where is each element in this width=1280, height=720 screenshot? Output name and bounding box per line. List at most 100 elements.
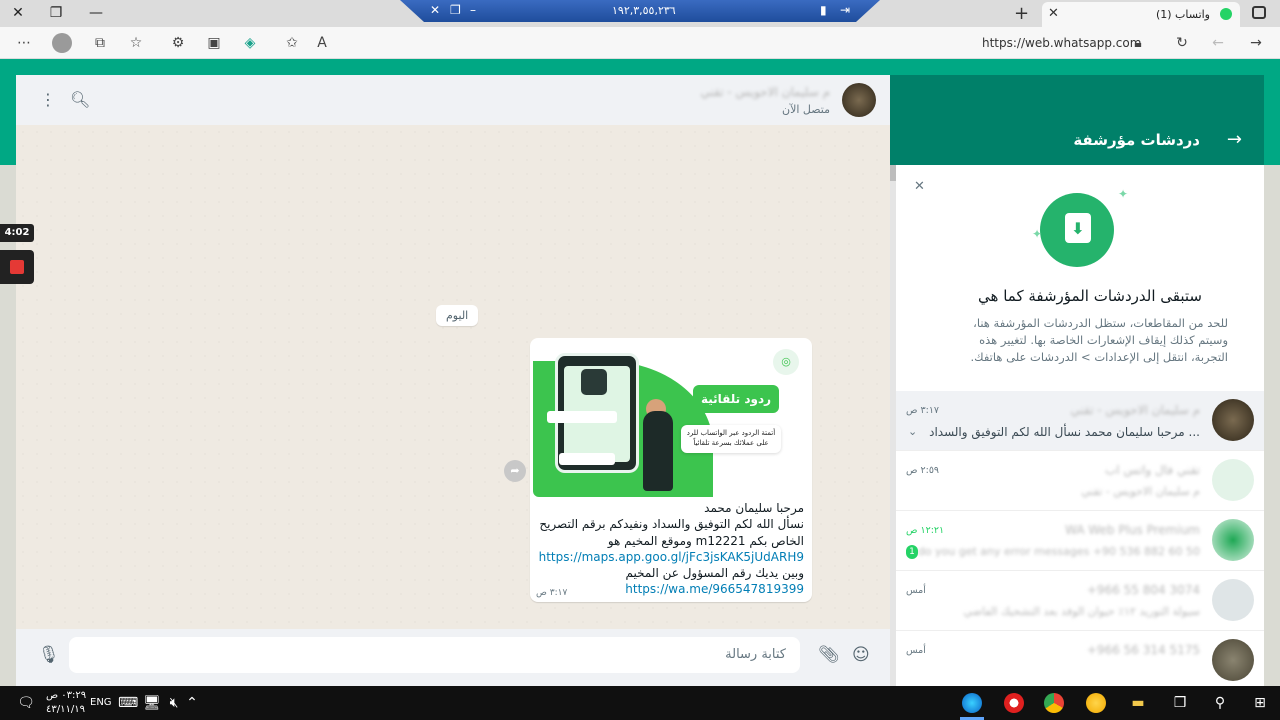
restore-window-icon[interactable]: ❐ (46, 4, 66, 22)
close-tab-icon[interactable]: ✕ (1048, 6, 1059, 21)
language-indicator[interactable]: ENG (90, 697, 112, 708)
back-icon[interactable]: → (1246, 33, 1266, 53)
list-item[interactable]: م سليمان الاحويس - تقني مرحبا سليمان محم… (896, 391, 1264, 451)
contact-status: متصل الآن (782, 103, 830, 116)
sparkle-icon: ✦ (1118, 187, 1129, 201)
whatsapp-app: م سليمان الاحويس - تقني متصل الآن ⋮ 🔍︎ ا… (0, 59, 1280, 691)
archived-title: دردشات مؤرشفة (1073, 131, 1200, 149)
wa-link[interactable]: https://wa.me/966547819399 (534, 581, 804, 597)
message-line: مرحبا سليمان محمد (704, 501, 804, 515)
restore-icon[interactable]: ❐ (450, 3, 461, 17)
volume-muted-icon[interactable]: 🔇︎ (164, 693, 184, 713)
chat-time: ٣:١٧ ص (906, 405, 940, 416)
chrome-icon[interactable] (1044, 693, 1064, 713)
tab-actions-icon[interactable] (1252, 6, 1266, 19)
brand-logo-icon: ◎ (773, 349, 799, 375)
notification-icon[interactable]: 🗨︎ (16, 693, 36, 713)
search-icon[interactable]: 🔍︎ (70, 90, 90, 109)
message-text: مرحبا سليمان محمد نسأل الله لكم التوفيق … (534, 500, 804, 598)
forward-icon[interactable]: ➦ (504, 460, 526, 482)
message-bubble[interactable]: ردود تلقائية أتمتة الردود عبر الواتساب ل… (530, 338, 812, 602)
message-time: ٣:١٧ ص (536, 588, 568, 598)
chevron-down-icon[interactable]: ⌄ (908, 425, 917, 438)
back-arrow-icon[interactable]: → (1227, 129, 1242, 150)
close-icon[interactable]: ✕ (430, 3, 440, 17)
browser-tab-bar: ✕ ❐ — ✕ ❐ – ١٩٢,٣,٥٥,٢٣٦ ▮ ⇥ + ✕ (1) وات… (0, 0, 1280, 27)
promo-image[interactable]: ردود تلقائية أتمتة الردود عبر الواتساب ل… (533, 341, 809, 497)
extension-red-icon[interactable]: ▣ (204, 33, 224, 53)
more-icon[interactable]: ⋯ (14, 33, 34, 53)
clock-time: ٠٣:٢٩ ص (46, 690, 87, 701)
extension-teal-icon[interactable]: ◈ (240, 33, 260, 53)
opera-icon[interactable] (1004, 693, 1024, 713)
close-notice-icon[interactable]: ✕ (914, 179, 925, 194)
chat-name: WA Web Plus Premium (1065, 523, 1200, 537)
clock-date: ٤٣/١١/١٩ (46, 704, 85, 715)
add-favorite-icon[interactable]: ✩ (282, 33, 302, 53)
archived-pane: → دردشات مؤرشفة ✕ ⬇ ✦ ✦ ستبقى الدردشات ا… (890, 75, 1264, 691)
sparkle-icon: ✦ (1032, 227, 1043, 241)
search-taskbar-icon[interactable]: ⚲ (1210, 693, 1230, 713)
chat-card (547, 411, 617, 423)
collections-icon[interactable]: ⧉ (90, 33, 110, 53)
new-tab-button[interactable]: + (1014, 3, 1029, 24)
notice-body: للحد من المقاطعات، ستظل الدردشات المؤرشف… (970, 316, 1228, 364)
lock-icon[interactable]: 🔒︎ (1128, 33, 1148, 53)
edge-icon[interactable] (962, 693, 982, 713)
address-bar: ⋯ ⧉ ☆ ⚙ ▣ ◈ ✩ A https://web.whatsapp.com… (0, 27, 1280, 59)
list-item[interactable]: WA Web Plus Premium do you get any error… (896, 511, 1264, 571)
remote-session-banner: ✕ ❐ – ١٩٢,٣,٥٥,٢٣٦ ▮ ⇥ (400, 0, 880, 22)
message-line: وبين يديك رقم المسؤول عن المخيم (625, 566, 805, 581)
chat-name: +966 56 314 5175 (1086, 643, 1200, 657)
composer: 🎙︎ كتابة رسالة 📎︎ ☺ (16, 629, 890, 686)
forward-icon: ← (1212, 35, 1224, 51)
refresh-icon[interactable]: ↻ (1172, 33, 1192, 53)
favorites-icon[interactable]: ☆ (126, 33, 146, 53)
emoji-icon[interactable]: ☺ (852, 645, 870, 665)
default-avatar-icon (1212, 579, 1254, 621)
minimize-icon[interactable]: – (470, 3, 476, 17)
network-icon[interactable]: 🖥︎ (142, 693, 162, 713)
profile-avatar[interactable] (52, 33, 72, 53)
chat-name: تقني فال واتس اب (1105, 463, 1200, 477)
app-yellow-icon[interactable] (1086, 693, 1106, 713)
extensions-icon[interactable]: ⚙ (168, 33, 188, 53)
show-hidden-icons-icon[interactable]: ⌃ (182, 693, 202, 713)
archive-download-icon: ⬇ (1065, 213, 1091, 243)
pin-icon[interactable]: ⇥ (840, 3, 850, 17)
list-item[interactable]: +966 55 804 3074 سيولة التوريد ١٢٪ حيوان… (896, 571, 1264, 631)
list-item[interactable]: تقني فال واتس اب م سليمان الاحويس - تقني… (896, 451, 1264, 511)
chat-body: اليوم ➦ ردود تلقائية أتمتة الردود عبر ال… (16, 125, 890, 629)
chat-time: أمس (906, 645, 926, 656)
message-input[interactable]: كتابة رسالة (69, 637, 800, 673)
chat-preview: do you get any error messages +90 536 88… (917, 545, 1200, 558)
url-field[interactable]: https://web.whatsapp.com (982, 36, 1141, 50)
file-explorer-icon[interactable]: ▬ (1128, 693, 1148, 713)
contact-avatar[interactable] (842, 83, 876, 117)
list-item[interactable]: +966 56 314 5175 أمس (896, 631, 1264, 691)
chat-header[interactable]: م سليمان الاحويس - تقني متصل الآن ⋮ 🔍︎ (16, 75, 890, 125)
chat-name: +966 55 804 3074 (1086, 583, 1200, 597)
microphone-icon[interactable]: 🎙︎ (38, 645, 60, 665)
keyboard-icon[interactable]: ⌨ (118, 693, 138, 713)
read-aloud-icon[interactable]: A (312, 33, 332, 53)
maps-link[interactable]: https://maps.app.goo.gl/jFc3jsKAK5jUdARH… (534, 549, 804, 565)
unread-badge: 1 (906, 545, 918, 559)
menu-icon[interactable]: ⋮ (40, 90, 56, 109)
chat-avatar (1212, 519, 1254, 561)
taskbar-clock[interactable]: ٠٣:٢٩ ص ٤٣/١١/١٩ (46, 689, 86, 717)
contact-name: م سليمان الاحويس - تقني (700, 85, 830, 99)
windows-start-icon[interactable]: ⊞ (1250, 693, 1270, 713)
chat-time: ٢:٥٩ ص (906, 465, 940, 476)
attach-icon[interactable]: 📎︎ (818, 645, 840, 665)
task-view-icon[interactable]: ❒ (1170, 693, 1190, 713)
chat-avatar (1212, 639, 1254, 681)
chat-time: أمس (906, 585, 926, 596)
chat-preview: سيولة التوريد ١٢٪ حيوان الوفد بعد التشحي… (963, 605, 1200, 618)
close-window-icon[interactable]: ✕ (8, 4, 28, 22)
archived-chat-list: م سليمان الاحويس - تقني مرحبا سليمان محم… (896, 391, 1264, 691)
tab-whatsapp[interactable]: ✕ (1) واتساب (1042, 2, 1240, 27)
stop-recording-button[interactable] (0, 250, 34, 284)
minimize-window-icon[interactable]: — (86, 4, 106, 22)
promo-button-label: ردود تلقائية (693, 385, 779, 413)
